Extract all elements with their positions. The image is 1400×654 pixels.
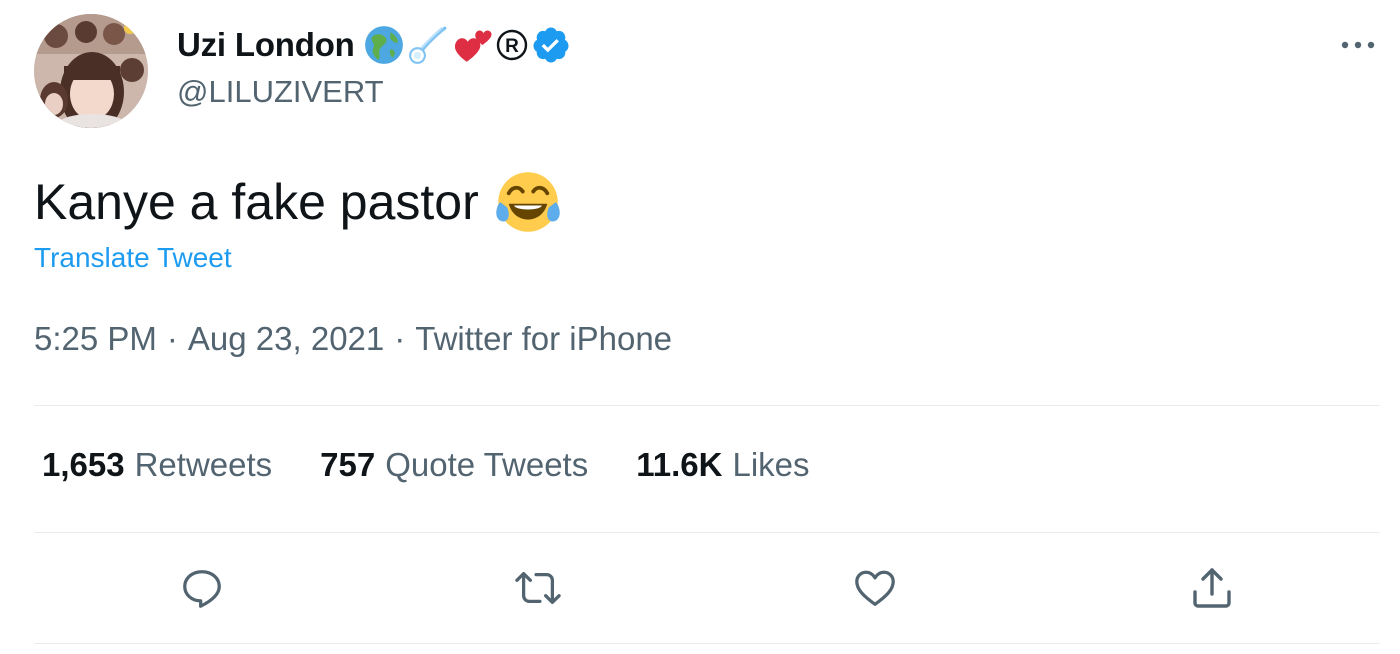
retweet-button[interactable] [512,562,564,614]
retweet-icon [515,571,561,605]
two-hearts-icon [454,30,492,62]
meta-separator: · [394,320,406,357]
divider [34,643,1380,644]
globe-americas-icon [364,26,403,64]
tweet-date[interactable]: Aug 23, 2021 [188,320,384,357]
reply-icon [183,570,221,608]
likes-count: 11.6K [636,446,723,483]
avatar-image [34,14,148,128]
share-button[interactable] [1186,562,1238,614]
display-name[interactable]: Uzi London [177,26,355,64]
meta-separator: · [166,320,178,357]
more-options-button[interactable] [1338,30,1378,60]
verified-badge-icon [533,27,569,63]
retweets-stat[interactable]: 1,653 Retweets [42,446,272,484]
quote-tweets-stat[interactable]: 757 Quote Tweets [320,446,588,484]
comet-icon [408,26,446,64]
likes-stat[interactable]: 11.6K Likes [636,446,809,484]
like-button[interactable] [849,562,901,614]
translate-tweet-link[interactable]: Translate Tweet [34,242,232,274]
author-name-row: Uzi London R [177,22,571,68]
share-icon [1193,568,1231,608]
author-handle[interactable]: @LILUZIVERT [177,74,384,110]
divider [34,405,1380,406]
likes-label: Likes [732,446,810,483]
quote-tweets-label: Quote Tweets [385,446,589,483]
like-icon [855,570,895,606]
tweet-text-row: Kanye a fake pastor [34,166,563,238]
name-emoji-group: R [363,22,571,68]
tears-of-joy-icon [495,172,560,232]
more-icon [1341,41,1375,49]
tweet-card: Uzi London R @LILUZIVERT Kanye a fake pa… [0,0,1400,654]
retweets-label: Retweets [134,446,273,483]
tweet-source[interactable]: Twitter for iPhone [415,320,672,357]
divider [34,532,1380,533]
tweet-text: Kanye a fake pastor [34,174,479,230]
retweets-count: 1,653 [42,446,125,483]
reply-button[interactable] [176,562,228,614]
engagement-stats: 1,653 Retweets 757 Quote Tweets 11.6K Li… [42,446,858,484]
quote-tweets-count: 757 [320,446,376,483]
avatar[interactable] [34,14,148,128]
svg-text:R: R [505,36,519,57]
registered-icon: R [496,29,527,61]
tweet-meta: 5:25 PM · Aug 23, 2021 · Twitter for iPhone [34,320,672,358]
tweet-time[interactable]: 5:25 PM [34,320,157,357]
